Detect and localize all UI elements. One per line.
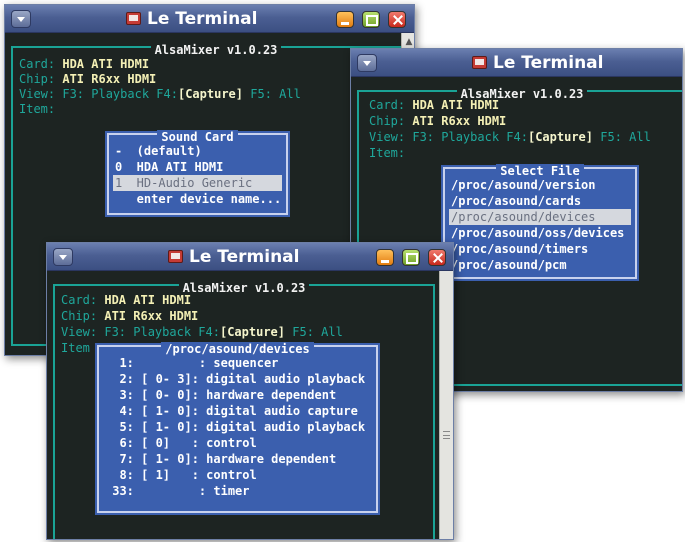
view-f4-key: F4: xyxy=(198,325,220,339)
list-item-selected[interactable]: /proc/asound/devices xyxy=(449,209,631,225)
list-item: 7: [ 1- 0]: hardware dependent xyxy=(105,452,337,466)
scroll-up-icon[interactable]: ▲ xyxy=(404,37,414,47)
view-label: View: xyxy=(19,87,56,101)
view-all-option[interactable]: F5: All xyxy=(600,130,651,144)
dialog-title: Sound Card xyxy=(157,130,238,144)
window-titlebar[interactable]: Le Terminal xyxy=(5,5,414,33)
devices-dialog: /proc/asound/devices 1: : sequencer 2: [… xyxy=(95,342,380,515)
mixer-title: AlsaMixer v1.0.23 xyxy=(150,43,282,57)
view-f4-key: F4: xyxy=(506,130,528,144)
view-capture-option[interactable]: [Capture] xyxy=(220,325,285,339)
mixer-title: AlsaMixer v1.0.23 xyxy=(178,281,310,295)
terminal-app-icon xyxy=(168,250,183,263)
scrollbar[interactable] xyxy=(439,271,453,539)
view-playback-option[interactable]: F3: Playback xyxy=(62,87,149,101)
chip-value: ATI R6xx HDMI xyxy=(412,114,507,128)
window-title: Le Terminal xyxy=(189,247,300,267)
dialog-title: /proc/asound/devices xyxy=(161,342,314,356)
list-item-selected[interactable]: 1 HD-Audio Generic xyxy=(113,175,282,191)
card-value: HDA ATI HDMI xyxy=(104,293,192,307)
list-item[interactable]: /proc/asound/version xyxy=(449,177,631,193)
view-capture-option[interactable]: [Capture] xyxy=(178,87,243,101)
view-label: View: xyxy=(369,130,406,144)
view-line: View: F3: Playback F4:[Capture] F5: All xyxy=(369,129,651,145)
view-playback-option[interactable]: F3: Playback xyxy=(412,130,499,144)
item-label: Item xyxy=(61,341,90,355)
chip-label: Chip: xyxy=(19,72,56,86)
select-file-dialog: Select File /proc/asound/version /proc/a… xyxy=(441,164,639,281)
view-playback-option[interactable]: F3: Playback xyxy=(104,325,191,339)
list-item[interactable]: /proc/asound/oss/devices xyxy=(449,225,631,241)
list-item[interactable]: /proc/asound/cards xyxy=(449,193,631,209)
card-value: HDA ATI HDMI xyxy=(62,57,150,71)
list-item: 8: [ 1] : control xyxy=(105,468,257,482)
sound-card-dialog: Sound Card - (default) 0 HDA ATI HDMI 1 … xyxy=(105,130,290,217)
dialog-title: Select File xyxy=(496,164,584,178)
terminal-app-icon xyxy=(126,12,141,25)
list-item: 3: [ 0- 0]: hardware dependent xyxy=(105,388,337,402)
close-button[interactable] xyxy=(388,11,406,28)
view-label: View: xyxy=(61,325,98,339)
maximize-button[interactable] xyxy=(362,11,380,28)
chip-value: ATI R6xx HDMI xyxy=(104,309,199,323)
chip-line: Chip: ATI R6xx HDMI xyxy=(369,113,506,129)
terminal-app-icon xyxy=(472,56,487,69)
minimize-button[interactable] xyxy=(376,249,394,266)
window-menu-button[interactable] xyxy=(11,10,31,28)
chip-label: Chip: xyxy=(369,114,406,128)
chip-line: Chip: ATI R6xx HDMI xyxy=(19,71,156,87)
list-item[interactable]: 0 HDA ATI HDMI xyxy=(113,159,282,175)
window-menu-button[interactable] xyxy=(53,248,73,266)
view-capture-option[interactable]: [Capture] xyxy=(528,130,593,144)
scroll-grip-icon[interactable] xyxy=(443,431,450,439)
card-label: Card: xyxy=(61,293,98,307)
window-menu-button[interactable] xyxy=(357,54,377,72)
window-titlebar[interactable]: Le Terminal xyxy=(47,243,453,271)
list-item: 1: : sequencer xyxy=(105,356,279,370)
window-title: Le Terminal xyxy=(147,9,258,29)
item-label: Item: xyxy=(369,146,406,160)
card-line: Card: HDA ATI HDMI xyxy=(369,97,499,113)
list-item: 6: [ 0] : control xyxy=(105,436,257,450)
list-item: 33: : timer xyxy=(105,484,250,498)
terminal-window-devices: Le Terminal AlsaMixer v1.0.23 Card: HDA … xyxy=(46,242,454,540)
list-item[interactable]: /proc/asound/pcm xyxy=(449,257,631,273)
item-label: Item: xyxy=(19,102,56,116)
list-item[interactable]: /proc/asound/timers xyxy=(449,241,631,257)
list-item[interactable]: - (default) xyxy=(113,143,282,159)
list-item: 5: [ 1- 0]: digital audio playback xyxy=(105,420,366,434)
card-label: Card: xyxy=(369,98,406,112)
view-all-option[interactable]: F5: All xyxy=(250,87,301,101)
close-button[interactable] xyxy=(428,249,446,266)
chip-label: Chip: xyxy=(61,309,98,323)
window-title: Le Terminal xyxy=(493,53,604,73)
view-f4-key: F4: xyxy=(156,87,178,101)
card-value: HDA ATI HDMI xyxy=(412,98,500,112)
card-line: Card: HDA ATI HDMI xyxy=(61,292,191,308)
card-line: Card: HDA ATI HDMI xyxy=(19,56,149,72)
chip-line: Chip: ATI R6xx HDMI xyxy=(61,308,198,324)
list-item: 4: [ 1- 0]: digital audio capture xyxy=(105,404,358,418)
view-line: View: F3: Playback F4:[Capture] F5: All xyxy=(19,86,301,102)
chip-value: ATI R6xx HDMI xyxy=(62,72,157,86)
list-item: 2: [ 0- 3]: digital audio playback xyxy=(105,372,366,386)
window-titlebar[interactable]: Le Terminal xyxy=(351,49,682,77)
list-item[interactable]: enter device name... xyxy=(113,191,282,207)
view-all-option[interactable]: F5: All xyxy=(292,325,343,339)
maximize-button[interactable] xyxy=(402,249,420,266)
minimize-button[interactable] xyxy=(336,11,354,28)
card-label: Card: xyxy=(19,57,56,71)
